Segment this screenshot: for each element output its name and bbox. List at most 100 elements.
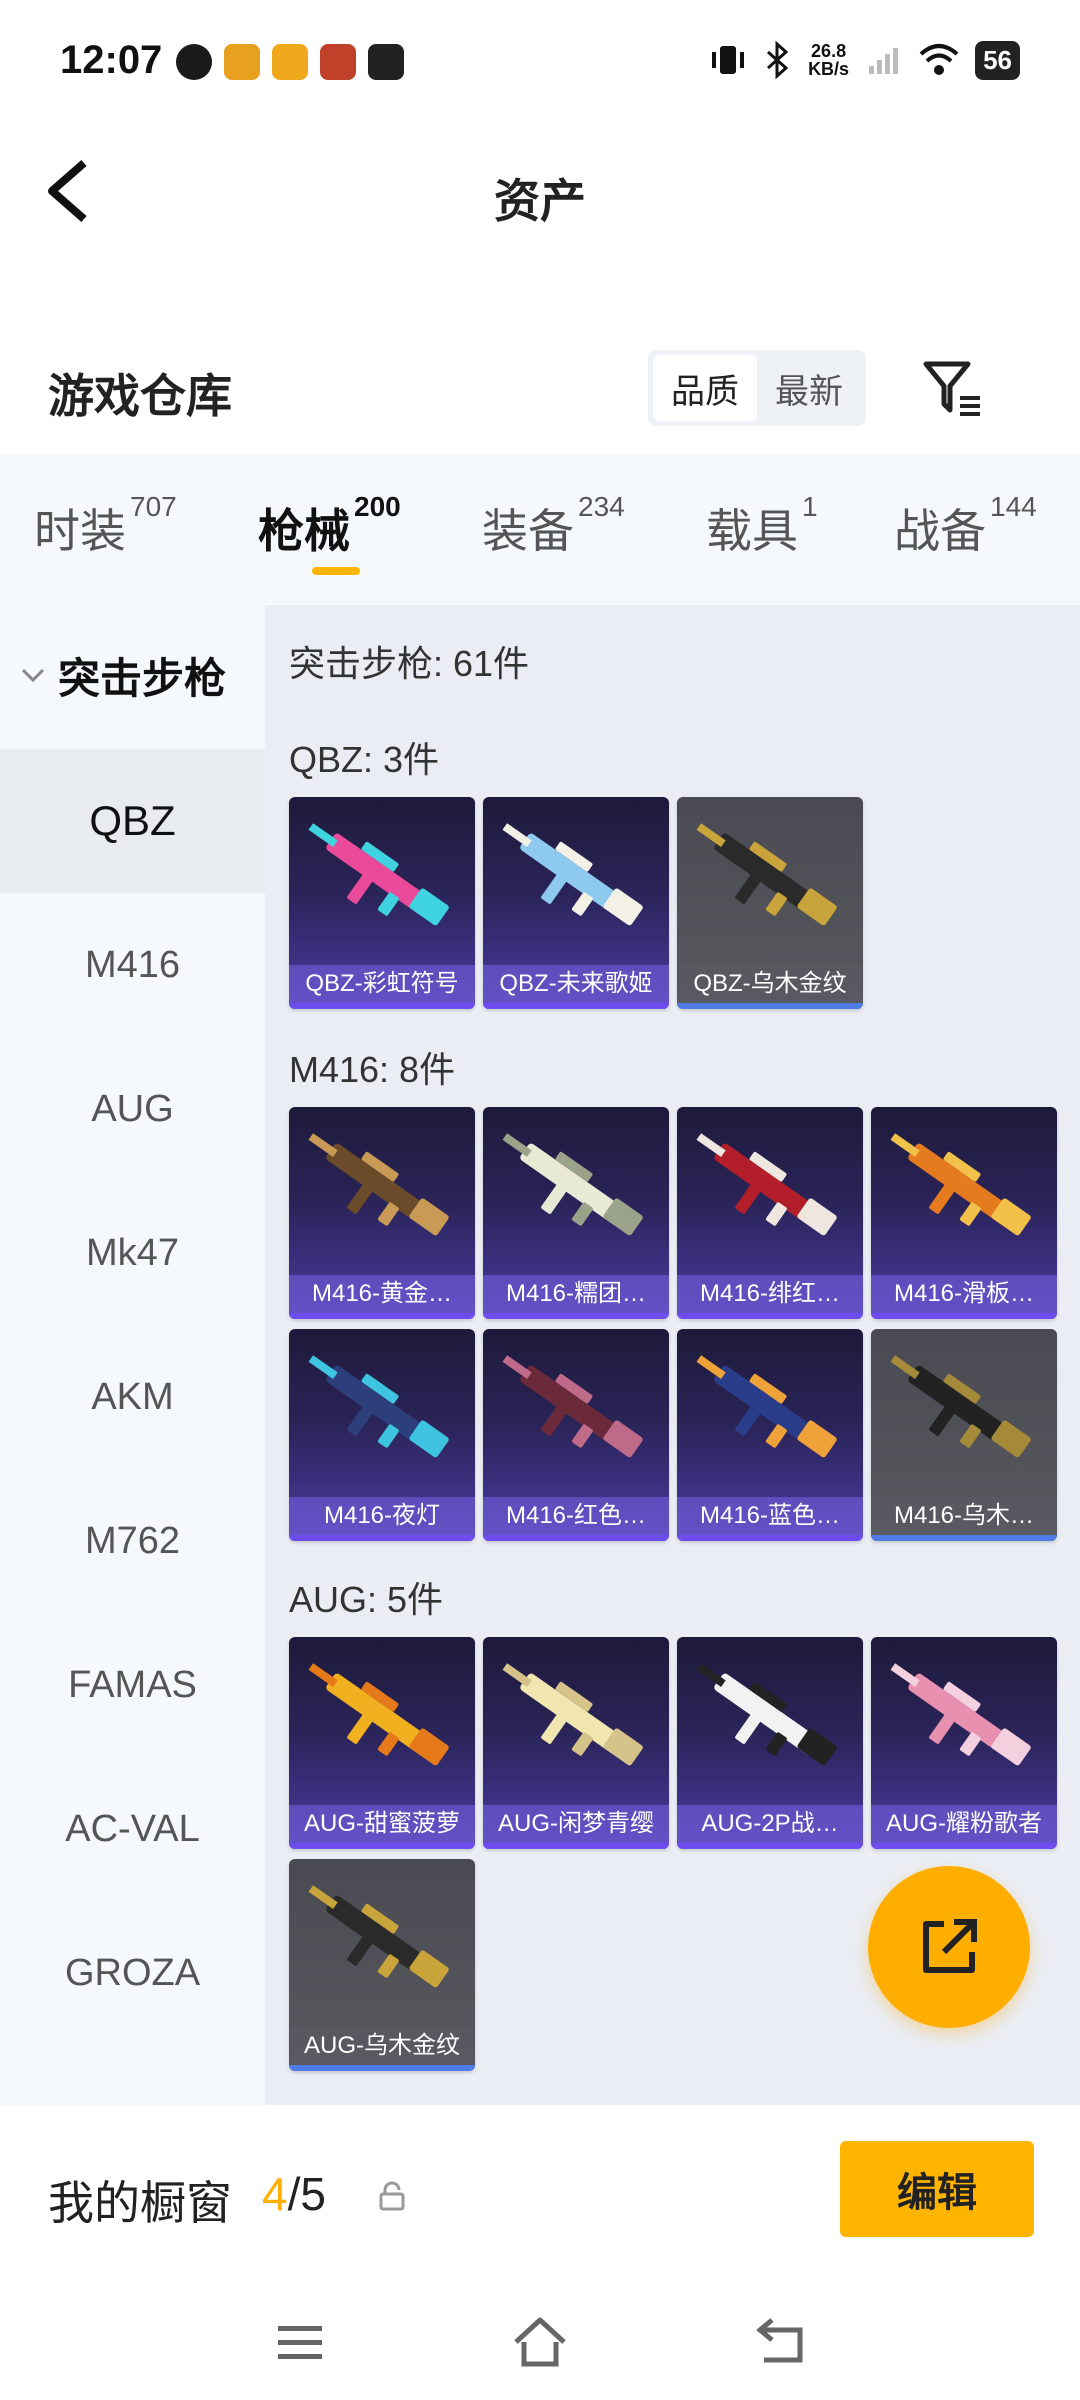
back-nav-icon[interactable]	[750, 2312, 810, 2372]
rarity-bar	[289, 1003, 475, 1009]
weapon-card[interactable]: M416-乌木…	[871, 1329, 1057, 1541]
sidebar-item-akm[interactable]: AKM	[0, 1325, 265, 1469]
status-indicators: 26.8 KB/s 56	[708, 40, 1020, 80]
category-summary: 突击步枪: 61件	[289, 643, 530, 684]
section-label-m416: M416: 8件	[289, 1049, 456, 1090]
weapon-card[interactable]: M416-夜灯	[289, 1329, 475, 1541]
sidebar-item-groza[interactable]: GROZA	[0, 1901, 265, 2045]
weapon-image	[696, 1133, 837, 1236]
sort-newest-button[interactable]: 最新	[757, 355, 861, 421]
sidebar-group-assault-rifles[interactable]: 突击步枪	[0, 605, 265, 745]
rarity-bar	[677, 1313, 863, 1319]
battery-indicator: 56	[975, 40, 1020, 80]
warehouse-header: 游戏仓库 品质 最新	[0, 330, 1080, 450]
rarity-bar	[289, 1535, 475, 1541]
tab-supplies[interactable]: 战备 144	[894, 491, 1037, 561]
weapon-image	[696, 1663, 837, 1766]
weapon-card[interactable]: AUG-耀粉歌者	[871, 1637, 1057, 1849]
sidebar-item-famas[interactable]: FAMAS	[0, 1613, 265, 1757]
menu-icon[interactable]	[270, 2312, 330, 2372]
rarity-bar	[289, 1313, 475, 1319]
rarity-bar	[871, 1535, 1057, 1541]
weapon-image	[308, 1355, 449, 1458]
weapon-name: M416-糯团…	[483, 1275, 669, 1313]
weapon-image	[890, 1133, 1031, 1236]
edit-showcase-button[interactable]: 编辑	[840, 2141, 1034, 2237]
weapon-name: AUG-耀粉歌者	[871, 1805, 1057, 1843]
weapon-card[interactable]: AUG-闲梦青缨	[483, 1637, 669, 1849]
weapon-name: M416-黄金…	[289, 1275, 475, 1313]
sidebar-item-m416[interactable]: M416	[0, 893, 265, 1037]
network-speed: 26.8 KB/s	[808, 41, 850, 79]
system-nav-bar	[0, 2290, 1080, 2400]
weapon-image	[502, 1355, 643, 1458]
rarity-bar	[483, 1843, 669, 1849]
sidebar-item-ac-val[interactable]: AC-VAL	[0, 1757, 265, 1901]
rarity-bar	[289, 1843, 475, 1849]
tab-outfits[interactable]: 时装 707	[34, 491, 177, 561]
weapon-image	[308, 823, 449, 926]
rarity-bar	[677, 1843, 863, 1849]
weapon-card[interactable]: M416-黄金…	[289, 1107, 475, 1319]
weapon-name: AUG-2P战…	[677, 1805, 863, 1843]
showcase-count: 4/5	[262, 2168, 326, 2220]
weapon-image	[890, 1663, 1031, 1766]
notification-app-icon	[176, 44, 212, 80]
sort-quality-button[interactable]: 品质	[653, 355, 757, 421]
sidebar-item-m762[interactable]: M762	[0, 1469, 265, 1613]
tab-vehicles[interactable]: 载具 1	[706, 491, 818, 561]
tab-equipment[interactable]: 装备 234	[482, 491, 625, 561]
warehouse-title: 游戏仓库	[48, 370, 232, 422]
weapon-name: M416-蓝色…	[677, 1497, 863, 1535]
chevron-down-icon	[21, 668, 45, 683]
weapon-image	[308, 1885, 449, 1988]
weapon-card[interactable]: M416-蓝色…	[677, 1329, 863, 1541]
home-icon[interactable]	[510, 2312, 570, 2372]
weapon-image	[308, 1133, 449, 1236]
weapon-card[interactable]: AUG-甜蜜菠萝	[289, 1637, 475, 1849]
share-icon	[923, 1919, 977, 1973]
sidebar-item-aug[interactable]: AUG	[0, 1037, 265, 1181]
showcase-label: 我的橱窗	[48, 2177, 232, 2229]
weapon-card[interactable]: QBZ-彩虹符号	[289, 797, 475, 1009]
rarity-bar	[289, 2065, 475, 2071]
weapon-card[interactable]: M416-糯团…	[483, 1107, 669, 1319]
weapon-name: QBZ-未来歌姬	[483, 965, 669, 1003]
status-time: 12:07	[60, 38, 163, 82]
notification-app-icon	[368, 44, 404, 80]
weapon-image	[502, 823, 643, 926]
weapon-card[interactable]: AUG-乌木金纹	[289, 1859, 475, 2071]
weapon-name: AUG-乌木金纹	[289, 2027, 475, 2065]
share-fab[interactable]	[868, 1866, 1030, 2028]
weapon-name: AUG-闲梦青缨	[483, 1805, 669, 1843]
rarity-bar	[677, 1003, 863, 1009]
tab-firearms[interactable]: 枪械 200	[258, 491, 401, 561]
weapon-card[interactable]: QBZ-乌木金纹	[677, 797, 863, 1009]
weapon-name: M416-绯红…	[677, 1275, 863, 1313]
weapon-image	[502, 1663, 643, 1766]
weapon-name: AUG-甜蜜菠萝	[289, 1805, 475, 1843]
section-label-aug: AUG: 5件	[289, 1579, 444, 1620]
category-tabs: 时装 707 枪械 200 装备 234 载具 1 战备 144	[0, 455, 1080, 605]
no-signal-icon	[869, 48, 899, 74]
page-title: 资产	[494, 175, 586, 227]
sidebar-item-qbz[interactable]: QBZ	[0, 749, 265, 893]
weapon-card[interactable]: M416-绯红…	[677, 1107, 863, 1319]
weapon-name: M416-红色…	[483, 1497, 669, 1535]
weapon-image	[502, 1133, 643, 1236]
sidebar-item-mk47[interactable]: Mk47	[0, 1181, 265, 1325]
weapon-name: M416-滑板…	[871, 1275, 1057, 1313]
app-header: 资产	[0, 125, 1080, 255]
weapon-image	[696, 823, 837, 926]
notification-app-icon	[224, 44, 260, 80]
weapon-image	[308, 1663, 449, 1766]
weapon-card[interactable]: QBZ-未来歌姬	[483, 797, 669, 1009]
filter-icon[interactable]	[920, 356, 984, 420]
rarity-bar	[677, 1535, 863, 1541]
rarity-bar	[871, 1843, 1057, 1849]
weapon-card[interactable]: AUG-2P战…	[677, 1637, 863, 1849]
weapon-card[interactable]: M416-滑板…	[871, 1107, 1057, 1319]
notification-app-icon	[320, 44, 356, 80]
rarity-bar	[483, 1535, 669, 1541]
weapon-card[interactable]: M416-红色…	[483, 1329, 669, 1541]
